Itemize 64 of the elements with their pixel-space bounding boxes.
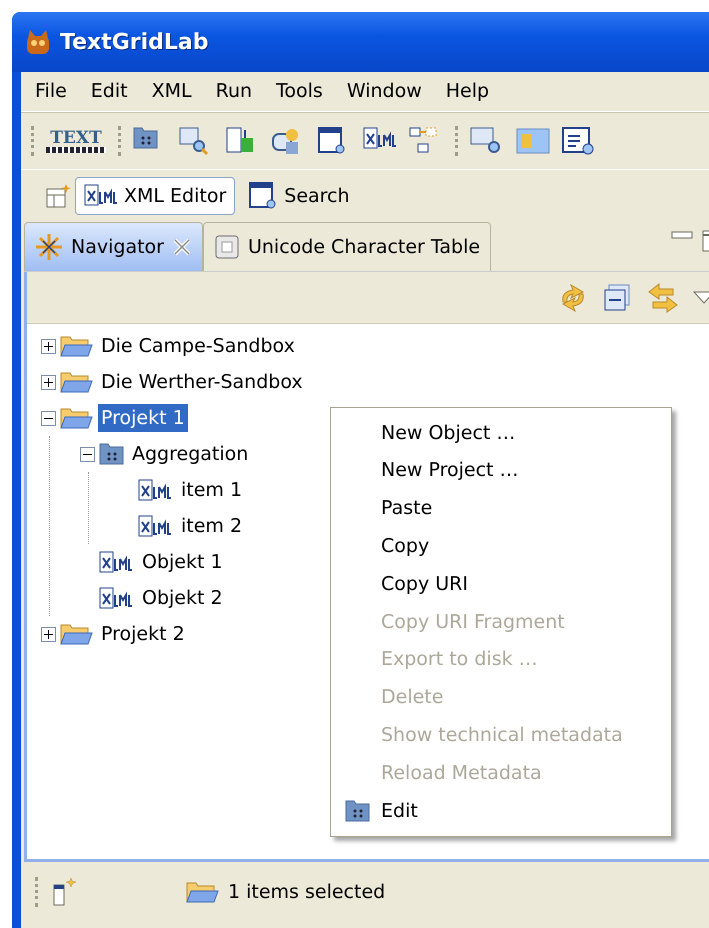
plus-icon — [44, 630, 53, 638]
star-burst-icon — [35, 233, 63, 261]
menu-item[interactable]: New Project … — [331, 452, 671, 490]
menu-item[interactable]: Paste — [331, 490, 671, 528]
menu-item[interactable]: Run — [204, 77, 264, 106]
menu-item: Export to disk … — [380, 647, 539, 672]
xml-file-icon — [138, 514, 174, 538]
tree-item[interactable]: Projekt 2 — [98, 620, 188, 648]
menu-item: Reload Metadata — [380, 760, 543, 786]
view-menu-icon[interactable] — [693, 290, 709, 304]
tree-item[interactable]: item 2 — [178, 512, 246, 540]
expander-toggle[interactable] — [41, 338, 56, 354]
folder-icon — [60, 406, 94, 430]
cat-logo-icon — [24, 28, 52, 56]
text-logo[interactable]: TEXT — [46, 130, 106, 152]
tree-item[interactable]: Projekt 1 — [98, 404, 188, 432]
menu-item[interactable]: Edit — [331, 792, 671, 830]
view-tab[interactable]: Unicode Character Table — [202, 222, 492, 271]
menu-item[interactable]: Window — [334, 77, 434, 106]
perspective-button[interactable]: Search — [239, 176, 359, 216]
folder-icon — [60, 334, 94, 358]
perspective-button[interactable]: XML Editor — [75, 176, 236, 216]
folder-icon — [60, 370, 94, 394]
menu-item[interactable]: New Object … — [331, 414, 671, 452]
menu-item: Delete — [380, 685, 444, 710]
menu-item[interactable]: Edit — [78, 77, 140, 106]
menu-item: Show technical metadata — [380, 723, 624, 748]
expander-toggle[interactable] — [41, 374, 56, 390]
open-perspective-icon[interactable] — [45, 183, 71, 209]
aggregation-folder-icon — [99, 442, 125, 466]
tree-item[interactable]: Aggregation — [129, 440, 252, 468]
tree-item[interactable]: Die Werther-Sandbox — [98, 368, 306, 396]
status-text: 1 items selected — [228, 880, 386, 905]
menu-item[interactable]: XML — [140, 77, 204, 106]
window-title: TextGridLab — [60, 28, 209, 56]
menu-item[interactable]: File — [23, 77, 79, 106]
expander-toggle[interactable] — [41, 626, 56, 642]
xml-file-icon — [99, 586, 135, 610]
menu-item[interactable]: Copy — [331, 527, 671, 566]
new-view-icon[interactable] — [52, 877, 78, 907]
expander-toggle[interactable] — [80, 446, 95, 462]
view-tab[interactable]: Navigator — [24, 222, 203, 271]
tree-item[interactable]: Objekt 2 — [139, 584, 226, 612]
menu-item[interactable]: Tools — [264, 77, 335, 106]
window-search-icon — [248, 181, 278, 211]
plus-icon — [44, 378, 53, 386]
list-search-icon[interactable] — [562, 126, 596, 156]
menu-item[interactable]: Help — [434, 77, 502, 106]
tree-item[interactable]: item 1 — [178, 476, 246, 504]
aggregation-folder-icon — [345, 799, 371, 824]
character-table-icon — [214, 234, 240, 260]
plus-icon — [44, 342, 53, 350]
text-layout-icon[interactable] — [516, 126, 550, 156]
tree-item[interactable]: Die Campe-Sandbox — [98, 332, 298, 360]
link-arrows-icon[interactable] — [647, 282, 679, 314]
folder-icon — [186, 880, 220, 904]
close-icon[interactable] — [172, 237, 192, 257]
xml-file-icon — [138, 478, 174, 502]
xml-file-icon — [99, 550, 135, 574]
menu-item: Copy URI Fragment — [380, 610, 566, 635]
expander-toggle[interactable] — [41, 410, 56, 426]
tree-item[interactable]: Objekt 1 — [139, 548, 226, 576]
menu-item[interactable]: Copy URI — [331, 565, 671, 603]
folder-icon — [60, 622, 94, 646]
